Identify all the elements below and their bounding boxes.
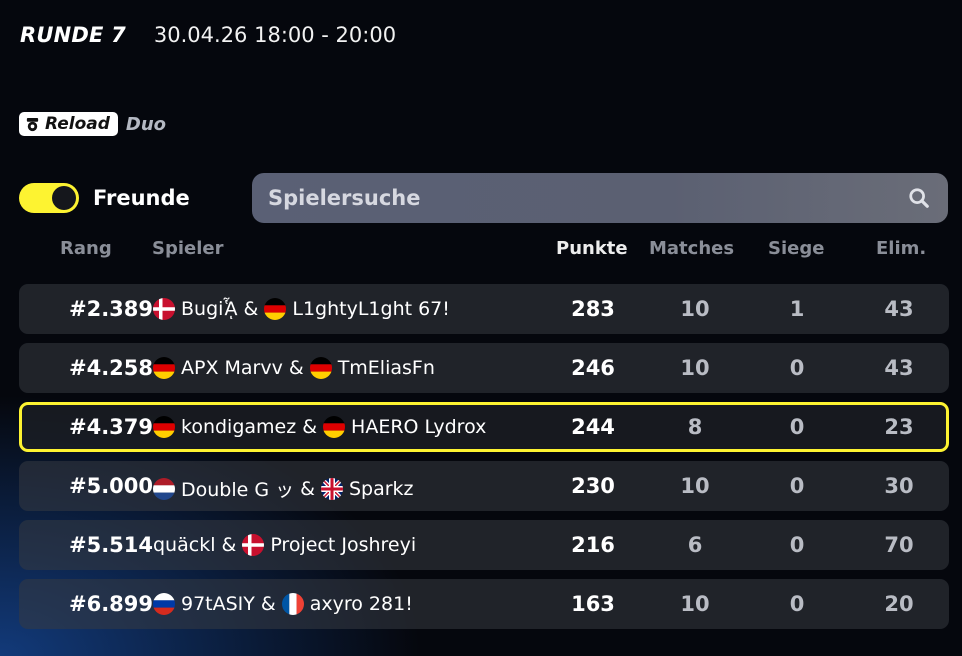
wins-value: 0 (789, 592, 805, 616)
germany-flag-icon (323, 416, 346, 438)
ampersand: & (221, 534, 237, 556)
matches-value: 10 (680, 356, 710, 380)
table-row[interactable]: #6.899 97tASIY & axyro 281! 163 10 0 20 (19, 579, 949, 629)
reload-badge: Reload (19, 112, 118, 136)
player-1-name: kondigamez (181, 416, 297, 438)
elims-value: 43 (884, 297, 914, 321)
player-1-name: Bugiᾏ (181, 298, 238, 320)
header: RUNDE 7 30.04.26 18:00 - 20:00 (20, 18, 396, 52)
rank-value: #5.000 (69, 474, 154, 498)
netherlands-flag-icon (153, 477, 175, 500)
ampersand: & (302, 416, 318, 438)
ampersand: & (288, 357, 304, 379)
france-flag-icon (281, 593, 304, 615)
round-datetime: 30.04.26 18:00 - 20:00 (153, 23, 397, 47)
denmark-flag-icon (153, 298, 175, 320)
wins-value: 0 (789, 356, 805, 380)
matches-value: 8 (687, 415, 703, 439)
friends-filter: Freunde (19, 183, 190, 213)
search-placeholder: Spielersuche (268, 186, 421, 210)
column-matches[interactable]: Matches (649, 238, 734, 259)
points-value: 216 (571, 533, 615, 557)
wins-value: 0 (789, 415, 805, 439)
search-icon[interactable] (908, 187, 930, 209)
player-names: Bugiᾏ & L1ghtyL1ght 67! (153, 298, 450, 320)
wins-value: 0 (789, 474, 805, 498)
player-1-name: Double G ッ (181, 479, 295, 501)
mode-info: Reload Duo (19, 112, 166, 136)
points-value: 163 (571, 592, 615, 616)
wins-value: 1 (789, 297, 805, 321)
germany-flag-icon (153, 416, 175, 438)
wins-value: 0 (789, 533, 805, 557)
ampersand: & (300, 477, 315, 500)
germany-flag-icon (309, 357, 332, 379)
column-rank[interactable]: Rang (60, 238, 112, 259)
player-2-name: Project Joshreyi (270, 534, 417, 556)
table-row-highlighted[interactable]: #4.379 kondigamez & HAERO Lydrox 244 8 0… (19, 402, 949, 452)
reload-icon (26, 117, 39, 131)
elims-value: 23 (884, 415, 914, 439)
mode-type: Duo (125, 113, 167, 135)
rank-value: #2.389 (69, 297, 154, 321)
player-1-name: 97tASIY (181, 593, 255, 615)
player-names: Double G ッ & Sparkz (153, 475, 414, 502)
ampersand: & (260, 593, 276, 615)
rank-value: #4.258 (69, 356, 154, 380)
uk-flag-icon (320, 477, 343, 500)
rank-value: #5.514 (69, 533, 154, 557)
player-1-name: APX Marvv (181, 357, 283, 379)
rank-value: #6.899 (69, 592, 154, 616)
matches-value: 6 (687, 533, 703, 557)
toggle-knob (52, 186, 76, 210)
player-names: quäckl & Project Joshreyi (153, 534, 416, 556)
player-2-name: HAERO Lydrox (351, 416, 487, 438)
player-1-name: quäckl (153, 534, 216, 556)
table-row[interactable]: #2.389 Bugiᾏ & L1ghtyL1ght 67! 283 10 1 … (19, 284, 949, 334)
points-value: 283 (571, 297, 615, 321)
column-wins[interactable]: Siege (768, 238, 824, 259)
points-value: 246 (571, 356, 615, 380)
player-2-name: axyro 281! (309, 593, 413, 615)
points-value: 230 (571, 474, 615, 498)
elims-value: 30 (884, 474, 914, 498)
elims-value: 70 (884, 533, 914, 557)
matches-value: 10 (680, 474, 710, 498)
player-names: APX Marvv & TmEliasFn (153, 357, 435, 379)
matches-value: 10 (680, 592, 710, 616)
table-row[interactable]: #5.000 Double G ッ & Sparkz 230 10 0 30 (19, 461, 949, 511)
column-elims[interactable]: Elim. (876, 238, 926, 259)
denmark-flag-icon (242, 534, 265, 556)
matches-value: 10 (680, 297, 710, 321)
column-player[interactable]: Spieler (152, 238, 223, 259)
column-points[interactable]: Punkte (556, 238, 628, 259)
germany-flag-icon (153, 357, 175, 379)
russia-flag-icon (153, 593, 175, 615)
round-title: RUNDE 7 (20, 23, 126, 47)
player-2-name: L1ghtyL1ght 67! (292, 298, 450, 320)
table-header: Rang Spieler Punkte Matches Siege Elim. (0, 238, 962, 262)
rank-value: #4.379 (69, 415, 154, 439)
friends-toggle[interactable] (19, 183, 79, 213)
player-names: kondigamez & HAERO Lydrox (153, 416, 486, 438)
table-row[interactable]: #4.258 APX Marvv & TmEliasFn 246 10 0 43 (19, 343, 949, 393)
points-value: 244 (571, 415, 615, 439)
germany-flag-icon (264, 298, 287, 320)
elims-value: 43 (884, 356, 914, 380)
elims-value: 20 (884, 592, 914, 616)
player-search-input[interactable]: Spielersuche (252, 173, 948, 223)
player-2-name: Sparkz (348, 477, 414, 500)
friends-label: Freunde (93, 186, 190, 210)
ampersand: & (243, 298, 259, 320)
player-names: 97tASIY & axyro 281! (153, 593, 413, 615)
badge-label: Reload (45, 114, 110, 134)
table-row[interactable]: #5.514 quäckl & Project Joshreyi 216 6 0… (19, 520, 949, 570)
player-2-name: TmEliasFn (337, 357, 435, 379)
